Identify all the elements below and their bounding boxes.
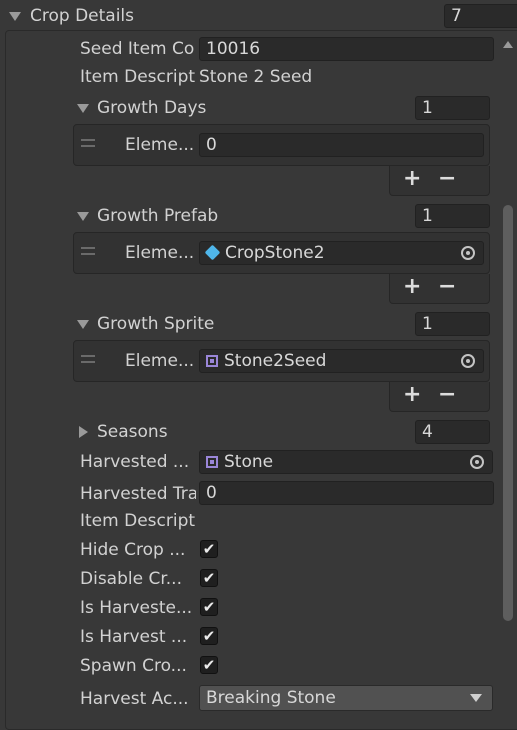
drag-handle-icon[interactable] (81, 247, 95, 255)
toggle-checkbox[interactable]: ✔ (200, 656, 218, 674)
growth-prefab-foldout-icon[interactable] (77, 212, 89, 221)
growth-sprite-label[interactable]: Growth Sprite (97, 314, 214, 334)
growth-sprite-element-value: Stone2Seed (224, 351, 327, 371)
toggle-checkbox[interactable]: ✔ (200, 627, 218, 645)
crop-details-title[interactable]: Crop Details (30, 6, 134, 26)
item-description-label: Item Descript (80, 67, 196, 87)
drag-handle-icon[interactable] (81, 139, 95, 147)
chevron-down-icon (470, 694, 482, 702)
add-element-button[interactable]: + (403, 276, 421, 298)
item-description-value: Stone 2 Seed (199, 67, 313, 87)
remove-element-button[interactable]: − (438, 384, 456, 406)
growth-days-size-field[interactable]: 1 (415, 96, 490, 120)
object-picker-icon[interactable] (461, 246, 475, 260)
collapse-arrow-icon[interactable] (9, 12, 21, 21)
growth-sprite-size-field[interactable]: 1 (415, 312, 490, 336)
growth-days-element-label: Eleme... (125, 135, 195, 155)
growth-sprite-element-field[interactable]: Stone2Seed (199, 349, 484, 373)
add-element-button[interactable]: + (403, 384, 421, 406)
growth-sprite-add-remove: + − (389, 382, 490, 412)
growth-days-label[interactable]: Growth Days (97, 98, 206, 118)
object-picker-icon[interactable] (470, 455, 484, 469)
growth-prefab-list: Eleme... CropStone2 (73, 232, 490, 274)
remove-element-button[interactable]: − (438, 276, 456, 298)
growth-days-list: Eleme... 0 (73, 124, 490, 166)
growth-days-foldout-icon[interactable] (77, 104, 89, 113)
scrollbar-thumb[interactable] (503, 205, 513, 621)
object-picker-icon[interactable] (461, 354, 475, 368)
toggle-checkbox[interactable]: ✔ (200, 569, 218, 587)
growth-prefab-size-field[interactable]: 1 (415, 204, 490, 228)
harvest-action-dropdown[interactable]: Breaking Stone (199, 685, 493, 711)
growth-prefab-element-label: Eleme... (125, 243, 195, 263)
prefab-cube-icon (204, 244, 221, 261)
growth-prefab-element-field[interactable]: CropStone2 (199, 241, 484, 265)
growth-sprite-element-label: Eleme... (125, 351, 195, 371)
toggle-label: Spawn Cro... (80, 656, 187, 676)
scroll-up-icon (503, 41, 513, 48)
harvest-action-value: Breaking Stone (206, 688, 336, 708)
seasons-size-field[interactable]: 4 (415, 420, 490, 444)
growth-sprite-list: Eleme... Stone2Seed (73, 340, 490, 382)
seasons-label[interactable]: Seasons (97, 422, 168, 442)
toggle-label: Is Harveste... (80, 598, 193, 618)
harvested-sprite-field[interactable]: Stone (199, 450, 493, 474)
toggle-label: Hide Crop ... (80, 540, 186, 560)
harvested-transform-label: Harvested Tra (80, 484, 196, 504)
seed-item-code-label: Seed Item Co (80, 39, 195, 59)
harvested-transform-field[interactable]: 0 (199, 481, 494, 505)
harvested-sprite-label: Harvested ... (80, 452, 190, 472)
harvested-sprite-value: Stone (224, 452, 274, 472)
toggle-checkbox[interactable]: ✔ (200, 540, 218, 558)
toggle-label: Is Harvest ... (80, 627, 188, 647)
growth-prefab-label[interactable]: Growth Prefab (97, 206, 218, 226)
scrollbar-up-arrow[interactable] (502, 38, 513, 54)
sprite-icon (206, 456, 218, 468)
growth-prefab-element-value: CropStone2 (225, 243, 325, 263)
item-description-2-label: Item Descript (80, 511, 196, 531)
sprite-icon (206, 355, 218, 367)
add-element-button[interactable]: + (403, 168, 421, 190)
toggle-label: Disable Cr... (80, 569, 182, 589)
growth-sprite-foldout-icon[interactable] (77, 320, 89, 329)
seasons-foldout-icon[interactable] (79, 426, 88, 438)
seed-item-code-field[interactable]: 10016 (199, 37, 494, 61)
remove-element-button[interactable]: − (438, 168, 456, 190)
crop-details-count-field[interactable]: 7 (444, 4, 517, 28)
growth-prefab-add-remove: + − (389, 274, 490, 304)
harvest-action-label: Harvest Ac... (80, 689, 189, 709)
growth-days-element-field[interactable]: 0 (199, 133, 484, 157)
drag-handle-icon[interactable] (81, 355, 95, 363)
toggle-checkbox[interactable]: ✔ (200, 598, 218, 616)
growth-days-add-remove: + − (389, 166, 490, 196)
